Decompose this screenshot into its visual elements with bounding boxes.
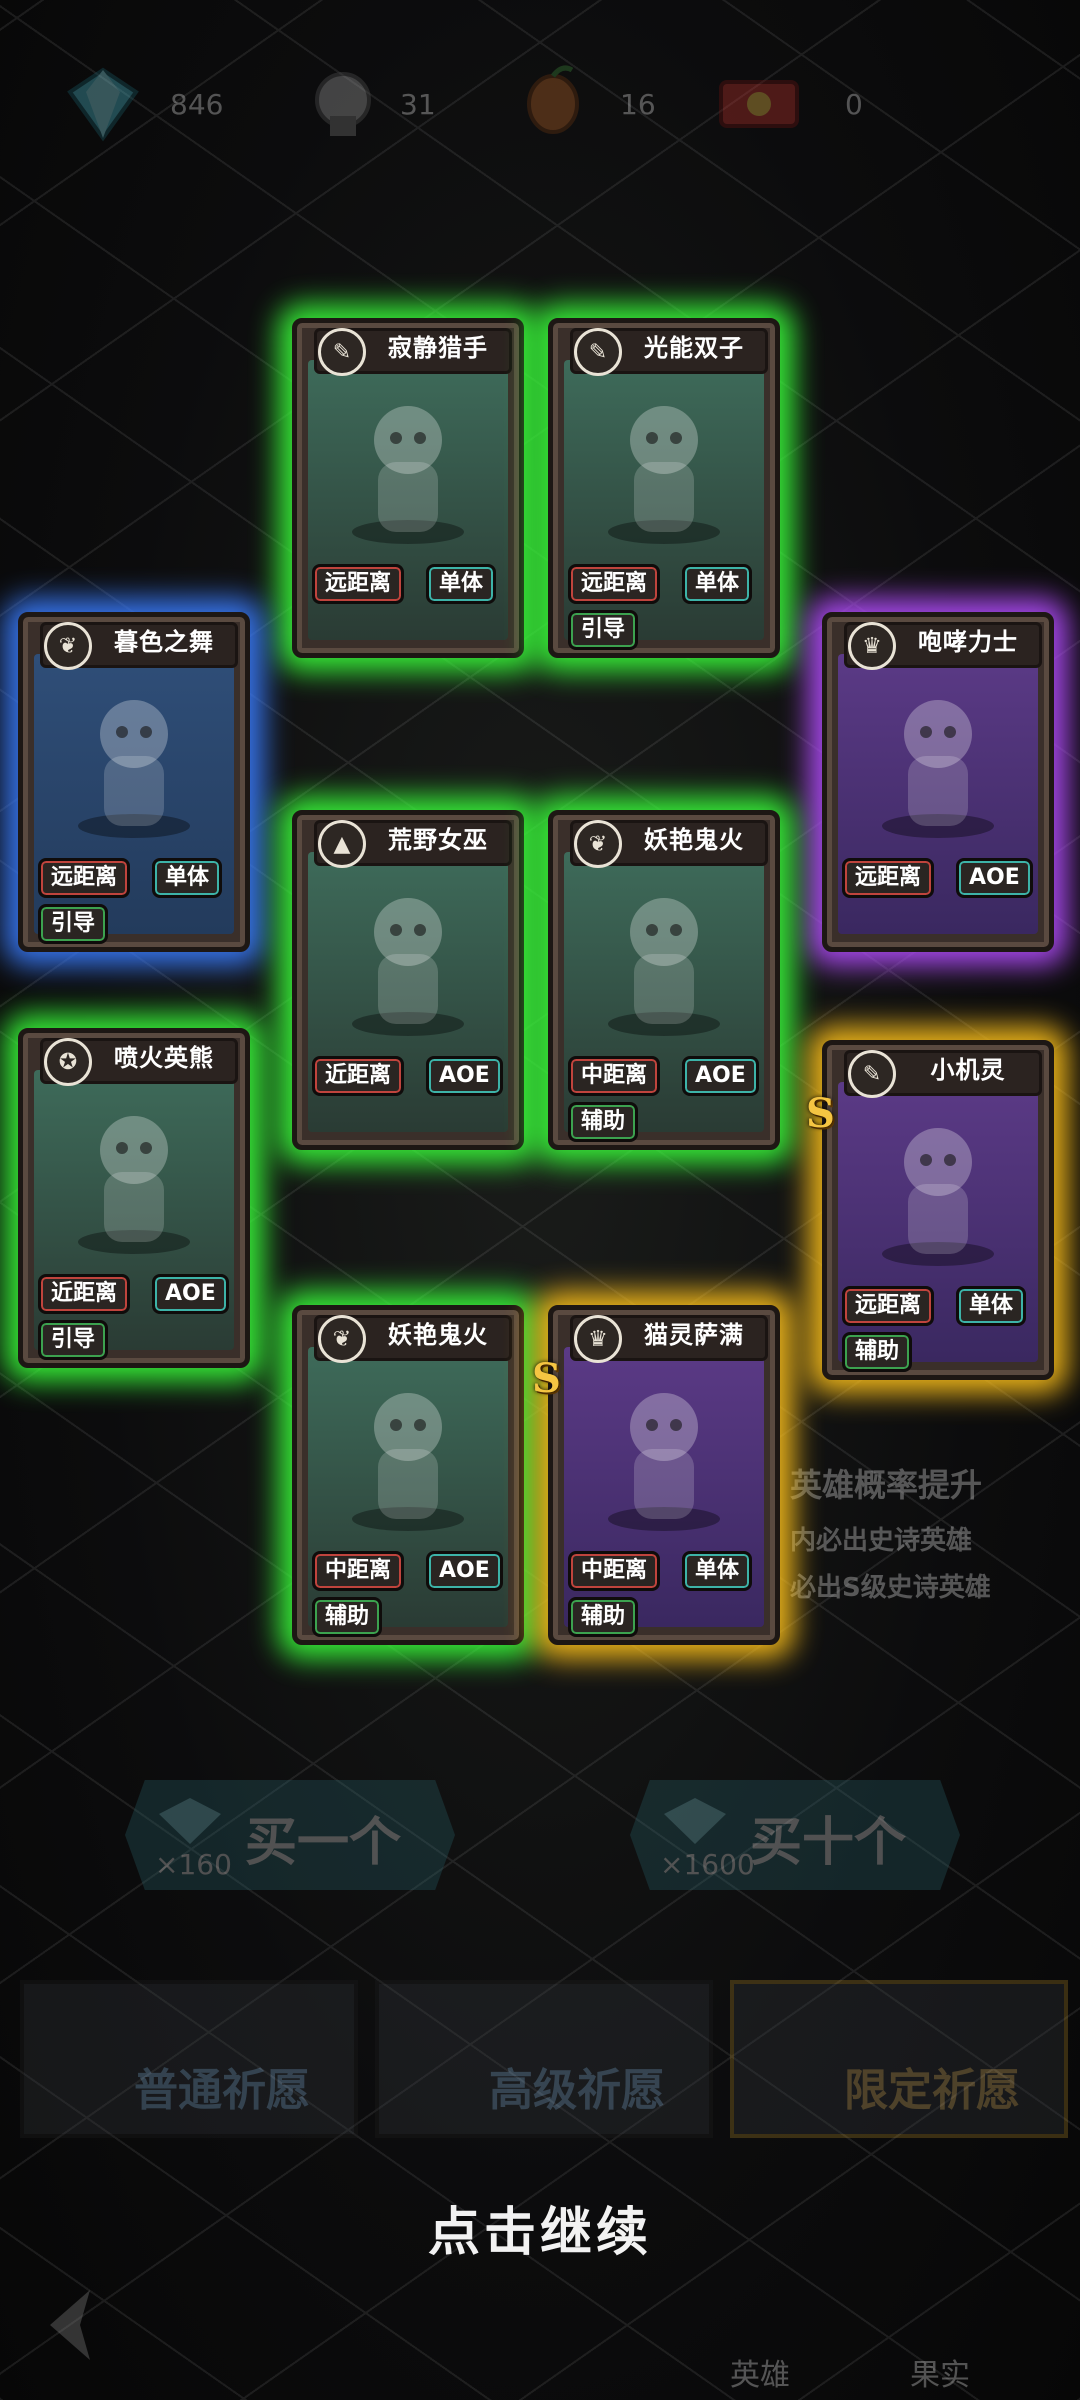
hero-card[interactable]: ▲ 荒野女巫 近距离 AOE	[278, 796, 538, 1164]
range-tag: 远距离	[842, 858, 935, 898]
hero-name: 妖艳鬼火	[644, 826, 744, 854]
support-tag: 引导	[568, 610, 639, 650]
hero-name: 小机灵	[930, 1056, 1006, 1084]
hero-name: 暮色之舞	[114, 628, 214, 656]
hero-card[interactable]: ✎ 小机灵 远距离 单体 辅助 S	[806, 1026, 1068, 1394]
support-tag: 引导	[38, 1320, 109, 1360]
back-arrow-icon[interactable]	[30, 2280, 120, 2370]
support-tag: 辅助	[312, 1597, 383, 1637]
support-tag: 辅助	[568, 1597, 639, 1637]
range-tag: 远距离	[312, 564, 405, 604]
diamond-icon	[664, 1798, 726, 1844]
range-tag: 中距离	[312, 1551, 405, 1591]
target-tag: AOE	[426, 1056, 503, 1096]
hero-name: 妖艳鬼火	[388, 1321, 488, 1349]
hero-name: 喷火英熊	[114, 1044, 214, 1072]
target-tag: AOE	[682, 1056, 759, 1096]
target-tag: AOE	[152, 1274, 229, 1314]
hero-portrait	[608, 898, 720, 1036]
hero-portrait	[608, 406, 720, 544]
target-tag: 单体	[956, 1286, 1027, 1326]
target-tag: AOE	[426, 1551, 503, 1591]
s-rank-badge: S	[806, 1090, 835, 1137]
hero-card[interactable]: ✎ 光能双子 远距离 单体 引导	[534, 304, 794, 672]
support-tag: 引导	[38, 904, 109, 944]
range-tag: 远距离	[842, 1286, 935, 1326]
s-rank-badge: S	[532, 1355, 561, 1402]
hero-card[interactable]: ♛ 猫灵萨满 中距离 单体 辅助 S	[532, 1291, 794, 1659]
range-tag: 远距离	[568, 564, 661, 604]
hat-icon: ▲	[318, 820, 366, 868]
summon-tabs: 普通祈愿 高级祈愿 限定祈愿	[20, 1980, 1068, 2140]
hero-card[interactable]: ✎ 寂静猎手 远距离 单体	[278, 304, 538, 672]
tab-limited-wish-label: 限定祈愿	[844, 2065, 1020, 2116]
hero-portrait	[352, 406, 464, 544]
claw-icon: ♛	[574, 1315, 622, 1363]
target-tag: 单体	[682, 564, 753, 604]
hero-portrait	[352, 1393, 464, 1531]
target-tag: 单体	[426, 564, 497, 604]
hero-portrait	[352, 898, 464, 1036]
bottom-nav: 英雄 果实	[0, 2250, 1080, 2400]
hero-portrait	[882, 1128, 994, 1266]
buy-ten-button[interactable]: 买十个 ×1600	[630, 1780, 960, 1890]
hero-name: 光能双子	[644, 334, 744, 362]
hero-card[interactable]: ♛ 咆哮力士 远距离 AOE	[808, 598, 1068, 966]
wing-icon: ❦	[574, 820, 622, 868]
hero-card[interactable]: ❦ 暮色之舞 远距离 单体 引导	[4, 598, 264, 966]
nav-fruits[interactable]: 果实	[910, 2350, 970, 2394]
hero-portrait	[608, 1393, 720, 1531]
wrench-icon: ✎	[318, 328, 366, 376]
hero-name: 寂静猎手	[388, 334, 488, 362]
crest-icon: ✪	[44, 1038, 92, 1086]
tab-advanced-wish-label: 高级祈愿	[489, 2065, 665, 2116]
claw-icon: ♛	[848, 622, 896, 670]
hero-portrait	[78, 1116, 190, 1254]
tab-limited-wish[interactable]: 限定祈愿	[730, 1980, 1068, 2138]
buy-ten-label: 买十个	[750, 1813, 907, 1873]
target-tag: 单体	[152, 858, 223, 898]
hero-name: 猫灵萨满	[644, 1321, 744, 1349]
support-tag: 辅助	[842, 1332, 913, 1372]
diamond-icon	[159, 1798, 221, 1844]
range-tag: 近距离	[38, 1274, 131, 1314]
range-tag: 远距离	[38, 858, 131, 898]
hero-name: 咆哮力士	[918, 628, 1018, 656]
wing-icon: ❦	[318, 1315, 366, 1363]
buy-ten-cost: ×1600	[660, 1848, 755, 1881]
target-tag: AOE	[956, 858, 1033, 898]
tab-normal-wish-label: 普通祈愿	[134, 2065, 310, 2116]
buy-one-button[interactable]: 买一个 ×160	[125, 1780, 455, 1890]
tab-normal-wish[interactable]: 普通祈愿	[20, 1980, 358, 2138]
nav-heroes[interactable]: 英雄	[730, 2350, 790, 2394]
range-tag: 中距离	[568, 1056, 661, 1096]
hero-card[interactable]: ✪ 喷火英熊 近距离 AOE 引导	[4, 1014, 264, 1382]
wrench-icon: ✎	[574, 328, 622, 376]
hero-card[interactable]: ❦ 妖艳鬼火 中距离 AOE 辅助	[534, 796, 794, 1164]
target-tag: 单体	[682, 1551, 753, 1591]
hero-portrait	[882, 700, 994, 838]
hero-portrait	[78, 700, 190, 838]
range-tag: 中距离	[568, 1551, 661, 1591]
buy-one-label: 买一个	[245, 1813, 402, 1873]
hero-name: 荒野女巫	[388, 826, 488, 854]
tab-advanced-wish[interactable]: 高级祈愿	[375, 1980, 713, 2138]
hero-card[interactable]: ❦ 妖艳鬼火 中距离 AOE 辅助	[278, 1291, 538, 1659]
range-tag: 近距离	[312, 1056, 405, 1096]
wrench-icon: ✎	[848, 1050, 896, 1098]
buy-one-cost: ×160	[155, 1848, 232, 1881]
wing-icon: ❦	[44, 622, 92, 670]
support-tag: 辅助	[568, 1102, 639, 1142]
